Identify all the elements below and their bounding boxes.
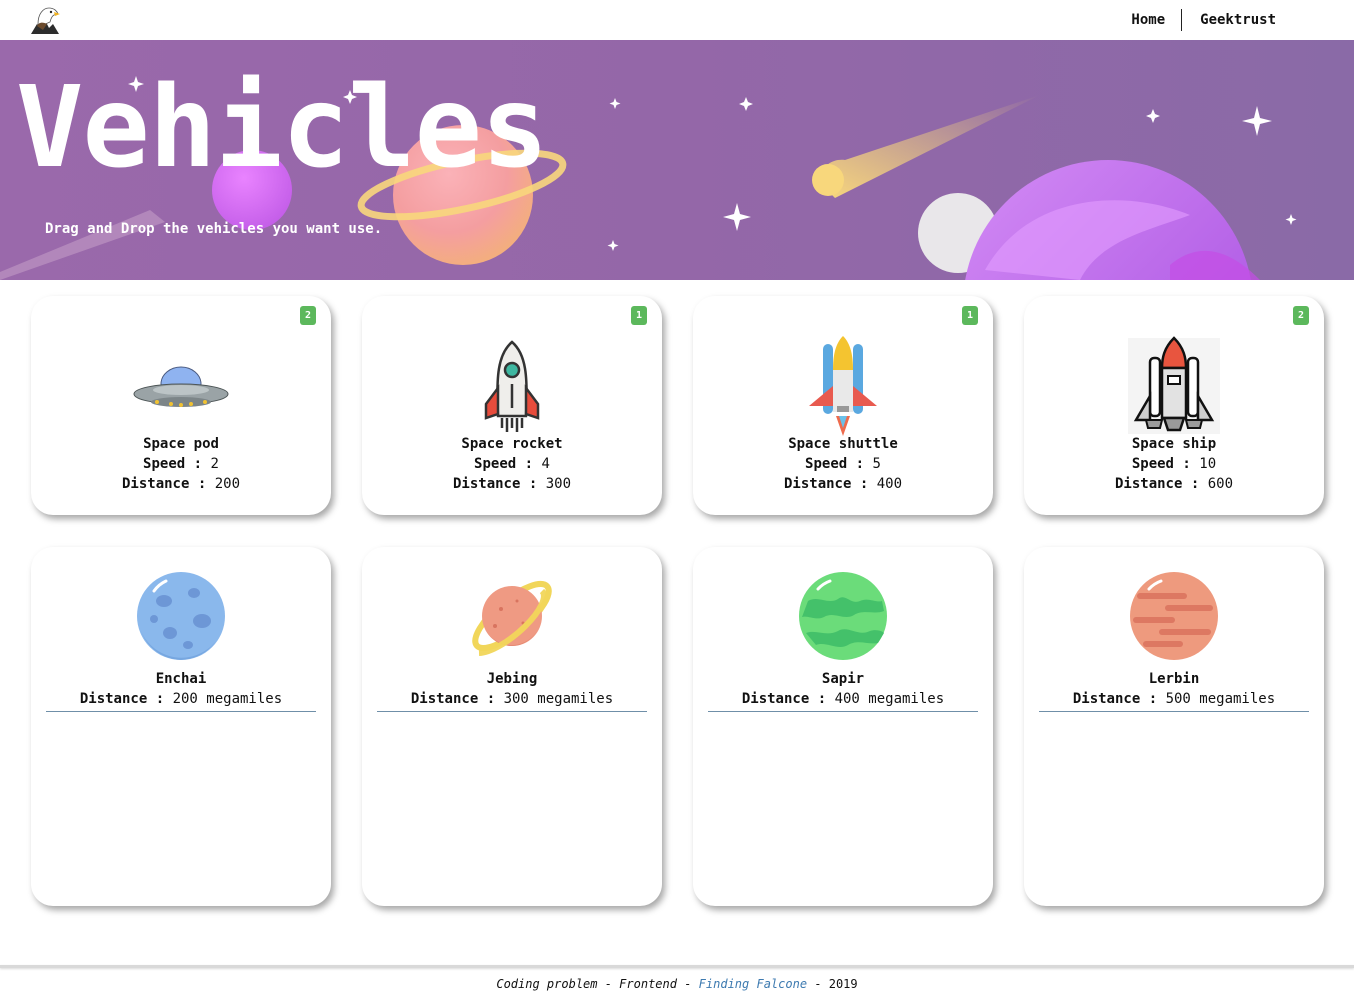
distance-value: 500 megamiles [1165,691,1276,707]
green-planet-icon [798,571,888,661]
distance-label: Distance : [452,476,538,492]
distance-value: 200 [214,476,241,492]
vehicle-count-badge: 2 [300,306,316,325]
space-ship-icon [1124,336,1224,436]
planet-name: Jebing [486,671,538,687]
distance-label: Distance : [741,691,827,707]
nav-divider [1181,9,1183,31]
planet-distance: Distance : 200 megamiles [31,691,331,707]
hero-banner: Vehicles Drag and Drop the vehicles you … [0,40,1354,280]
vehicle-count-badge: 1 [962,306,978,325]
blue-planet-icon [136,571,226,661]
vehicle-speed: Speed : 2 [31,456,331,472]
rocket-icon [462,336,562,436]
divider [708,711,978,712]
vehicle-speed: Speed : 4 [362,456,662,472]
ufo-icon [131,336,231,436]
distance-label: Distance : [79,691,165,707]
distance-label: Distance : [121,476,207,492]
distance-value: 400 [876,476,903,492]
planet-name: Enchai [155,671,207,687]
vehicle-name: Space ship [1131,436,1217,452]
speed-value: 10 [1199,456,1217,472]
planet-drop-zone-enchai[interactable]: Enchai Distance : 200 megamiles [31,547,331,906]
vehicle-card-space-ship[interactable]: 2 Space ship Speed : 10 Distance : 600 [1024,296,1324,515]
distance-value: 300 megamiles [503,691,614,707]
distance-value: 200 megamiles [172,691,283,707]
divider [377,711,647,712]
speed-label: Speed : [805,456,865,472]
distance-label: Distance : [783,476,869,492]
vehicle-card-space-rocket[interactable]: 1 Space rocket Speed : 4 Distance : 300 [362,296,662,515]
main-nav: Home Geektrust [1131,9,1276,31]
planet-distance: Distance : 400 megamiles [693,691,993,707]
distance-value: 300 [545,476,572,492]
vehicle-distance: Distance : 200 [31,476,331,492]
footer-prefix: Coding problem - Frontend - [496,977,692,991]
planet-drop-zone-jebing[interactable]: Jebing Distance : 300 megamiles [362,547,662,906]
page-subtitle: Drag and Drop the vehicles you want use. [45,221,383,237]
planet-name: Lerbin [1148,671,1200,687]
vehicle-count-badge: 2 [1293,306,1309,325]
speed-label: Speed : [474,456,534,472]
footer: Coding problem - Frontend - Finding Falc… [0,977,1354,991]
vehicle-distance: Distance : 600 [1024,476,1324,492]
nav-home-link[interactable]: Home [1131,12,1165,28]
footer-suffix: - 2019 [814,977,858,991]
vehicle-distance: Distance : 400 [693,476,993,492]
red-planet-icon [1129,571,1219,661]
divider [1039,711,1309,712]
footer-divider [0,965,1354,968]
distance-label: Distance : [1072,691,1158,707]
planet-distance: Distance : 300 megamiles [362,691,662,707]
distance-value: 600 [1207,476,1234,492]
distance-label: Distance : [410,691,496,707]
page-title: Vehicles [16,63,548,193]
shuttle-icon [793,336,893,436]
top-bar: Home Geektrust [0,0,1354,40]
distance-label: Distance : [1114,476,1200,492]
planet-drop-zone-lerbin[interactable]: Lerbin Distance : 500 megamiles [1024,547,1324,906]
vehicle-count-badge: 1 [631,306,647,325]
vehicle-name: Space shuttle [788,436,898,452]
eagle-logo-icon[interactable] [29,4,61,36]
finding-falcone-link[interactable]: Finding Falcone [699,977,807,991]
distance-value: 400 megamiles [834,691,945,707]
vehicle-card-space-pod[interactable]: 2 Space pod Speed : 2 Distance : 200 [31,296,331,515]
speed-value: 5 [872,456,881,472]
planet-distance: Distance : 500 megamiles [1024,691,1324,707]
nav-geektrust-link[interactable]: Geektrust [1200,12,1276,28]
speed-label: Speed : [1131,456,1191,472]
speed-label: Speed : [143,456,203,472]
vehicle-speed: Speed : 10 [1024,456,1324,472]
planet-name: Sapir [821,671,865,687]
vehicle-card-space-shuttle[interactable]: 1 Space shuttle Speed : 5 Distance : 400 [693,296,993,515]
vehicle-speed: Speed : 5 [693,456,993,472]
speed-value: 4 [541,456,550,472]
speed-value: 2 [210,456,219,472]
vehicle-name: Space rocket [461,436,563,452]
vehicle-distance: Distance : 300 [362,476,662,492]
ringed-planet-icon [467,571,557,661]
vehicle-name: Space pod [143,436,219,452]
divider [46,711,316,712]
planet-drop-zone-sapir[interactable]: Sapir Distance : 400 megamiles [693,547,993,906]
